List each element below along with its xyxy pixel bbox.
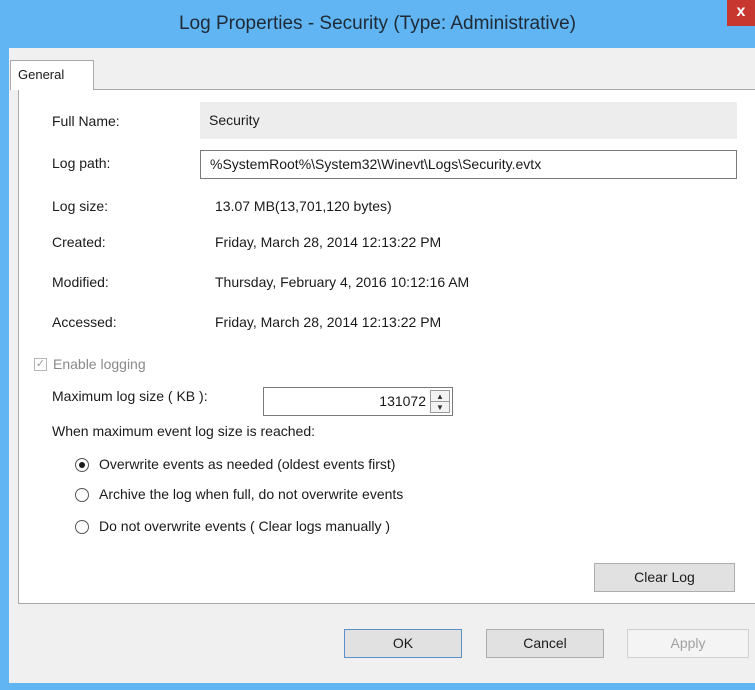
chevron-up-icon[interactable]: ▲ <box>431 391 449 402</box>
chevron-down-icon[interactable]: ▼ <box>431 402 449 413</box>
max-log-size-value: 131072 <box>379 393 426 409</box>
created-label: Created: <box>52 234 106 250</box>
radio-label: Overwrite events as needed (oldest event… <box>99 456 396 472</box>
created-value: Friday, March 28, 2014 12:13:22 PM <box>215 234 442 250</box>
max-log-size-stepper[interactable]: 131072 ▲ ▼ <box>263 387 453 416</box>
full-name-value: Security <box>209 112 260 128</box>
enable-logging-checkbox[interactable]: ✓ <box>34 358 47 371</box>
log-size-value: 13.07 MB(13,701,120 bytes) <box>215 198 392 214</box>
radio-button[interactable] <box>75 458 89 472</box>
window-title: Log Properties - Security (Type: Adminis… <box>178 13 577 34</box>
modified-label: Modified: <box>52 274 109 290</box>
close-button[interactable]: x <box>727 0 755 26</box>
max-log-size-label: Maximum log size ( KB ): <box>52 388 208 404</box>
radio-button[interactable] <box>75 488 89 502</box>
enable-logging-label: Enable logging <box>53 356 146 372</box>
log-path-field[interactable]: %SystemRoot%\System32\Winevt\Logs\Securi… <box>200 150 737 179</box>
log-properties-dialog: Log Properties - Security (Type: Adminis… <box>0 0 755 690</box>
radio-label: Do not overwrite events ( Clear logs man… <box>99 518 391 534</box>
radio-label: Archive the log when full, do not overwr… <box>99 486 404 502</box>
log-size-label: Log size: <box>52 198 109 214</box>
radio-button[interactable] <box>75 520 89 534</box>
accessed-label: Accessed: <box>52 314 117 330</box>
full-name-field: Security <box>200 102 737 139</box>
cancel-button[interactable]: Cancel <box>486 629 604 658</box>
ok-button[interactable]: OK <box>344 629 462 658</box>
accessed-value: Friday, March 28, 2014 12:13:22 PM <box>215 314 442 330</box>
title-bar[interactable]: Log Properties - Security (Type: Adminis… <box>0 0 755 48</box>
modified-value: Thursday, February 4, 2016 10:12:16 AM <box>215 274 470 290</box>
clear-log-button[interactable]: Clear Log <box>594 563 735 592</box>
apply-button[interactable]: Apply <box>627 629 749 658</box>
spin-arrows: ▲ ▼ <box>430 390 450 413</box>
when-reached-label: When maximum event log size is reached: <box>52 423 315 439</box>
full-name-label: Full Name: <box>52 113 120 129</box>
tab-general[interactable]: General <box>10 60 94 90</box>
close-icon: x <box>736 3 746 20</box>
log-path-label: Log path: <box>52 155 111 171</box>
check-icon: ✓ <box>35 358 46 370</box>
